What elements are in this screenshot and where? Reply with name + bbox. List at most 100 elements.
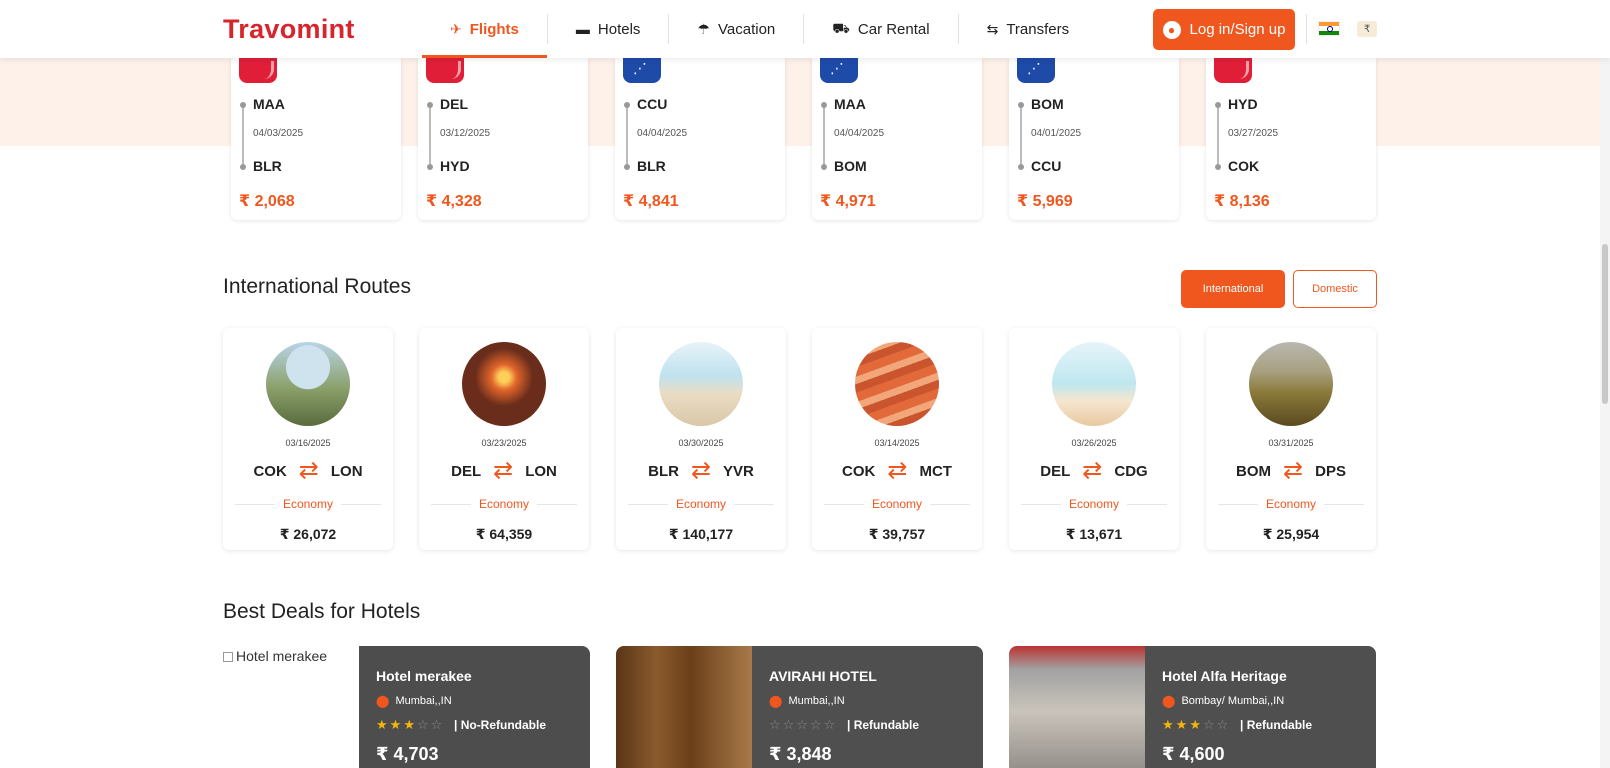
hotel-photo [616, 646, 752, 768]
india-flag-icon[interactable] [1318, 21, 1340, 36]
star-empty-icon: ☆ [1202, 717, 1217, 732]
destination-code: LON [330, 462, 363, 480]
origin-code: DEL [440, 96, 468, 112]
login-signup-button[interactable]: ● Log in/Sign up [1153, 9, 1295, 50]
route-codes: DEL ⇄ LON [419, 459, 589, 483]
travel-date: 03/30/2025 [678, 438, 724, 448]
site-header: Travomint ✈ Flights ▬ Hotels ☂ Vacation … [0, 0, 1610, 58]
route-price: ₹ 8,136 [1214, 193, 1270, 210]
destination-code: BOM [834, 158, 867, 174]
route-dot [1215, 164, 1221, 170]
travel-date: 03/16/2025 [285, 438, 331, 448]
main-nav: ✈ Flights ▬ Hotels ☂ Vacation ⛟ Car Rent… [422, 0, 1097, 58]
origin-code: COK [253, 462, 287, 480]
star-filled-icon: ★ [1162, 717, 1176, 732]
destination-photo [1249, 342, 1333, 426]
international-route-card[interactable]: 03/14/2025 COK ⇄ MCT Economy ₹ 39,757 [812, 328, 982, 550]
destination-code: HYD [440, 158, 470, 174]
hotel-price: ₹ 3,848 [769, 744, 832, 764]
domestic-route-card[interactable]: DEL 03/12/2025 HYD ₹ 4,328 [418, 58, 588, 220]
location-pin-icon: ⬤ [1162, 694, 1176, 708]
star-empty-icon: ☆ [416, 717, 431, 732]
hotel-deal-card[interactable]: Hotel merakee ⬤ Mumbai,,IN ★★★☆☆ | No-Refund… [223, 646, 590, 768]
origin-code: CCU [637, 96, 668, 112]
refund-status: | Refundable [1240, 718, 1313, 732]
route-dot [1018, 164, 1024, 170]
cabin-class: Economy [1060, 497, 1128, 511]
route-price: ₹ 140,177 [668, 526, 734, 542]
domestic-route-card[interactable]: CCU 04/04/2025 BLR ₹ 4,841 [615, 58, 785, 220]
cabin-class: Economy [274, 497, 342, 511]
international-route-card[interactable]: 03/30/2025 BLR ⇄ YVR Economy ₹ 140,177 [616, 328, 786, 550]
star-empty-icon: ☆ [769, 717, 783, 732]
hotel-name: Hotel Alfa Heritage [1162, 668, 1287, 684]
route-line [1217, 103, 1219, 167]
nav-label: Transfers [1006, 20, 1070, 38]
star-empty-icon: ☆ [796, 717, 810, 732]
hotel-info-panel: Hotel Alfa Heritage ⬤ Bombay/ Mumbai,,IN ★★… [1145, 646, 1376, 768]
route-dot [240, 102, 246, 108]
domestic-route-card[interactable]: MAA 04/03/2025 BLR ₹ 2,068 [231, 58, 401, 220]
domestic-toggle[interactable]: Domestic [1293, 270, 1377, 308]
hotels-title: Best Deals for Hotels [223, 600, 421, 623]
hotel-image-alt-text: Hotel merakee [223, 648, 327, 664]
hotel-deal-card[interactable]: Hotel Alfa Heritage ⬤ Bombay/ Mumbai,,IN ★★… [1009, 646, 1376, 768]
domestic-route-card[interactable]: MAA 04/04/2025 BOM ₹ 4,971 [812, 58, 982, 220]
hotel-name: Hotel merakee [376, 668, 472, 684]
route-dot [624, 164, 630, 170]
route-price: ₹ 5,969 [1017, 193, 1073, 210]
login-label: Log in/Sign up [1189, 21, 1286, 38]
nav-transfers[interactable]: ⇆ Transfers [959, 0, 1098, 58]
currency-selector[interactable]: ₹ [1357, 21, 1377, 37]
hotel-deal-card[interactable]: AVIRAHI HOTEL ⬤ Mumbai,,IN ☆☆☆☆☆ | Refundabl… [616, 646, 983, 768]
cabin-class: Economy [667, 497, 735, 511]
umbrella-icon: ☂ [697, 20, 710, 37]
nav-hotels[interactable]: ▬ Hotels [548, 0, 669, 58]
alt-label: Hotel merakee [236, 648, 328, 664]
international-toggle[interactable]: International [1181, 270, 1285, 308]
hotel-star-rating: ★★★☆☆ [376, 717, 444, 733]
destination-photo [1052, 342, 1136, 426]
travomint-logo[interactable]: Travomint [223, 14, 355, 45]
domestic-route-card[interactable]: HYD 03/27/2025 COK ₹ 8,136 [1206, 58, 1376, 220]
destination-code: COK [1228, 158, 1260, 174]
nav-car-rental[interactable]: ⛟ Car Rental [804, 0, 957, 58]
hotel-location: ⬤ Mumbai,,IN [769, 694, 845, 708]
origin-code: MAA [834, 96, 866, 112]
hotel-name: AVIRAHI HOTEL [769, 668, 877, 684]
star-empty-icon: ☆ [809, 717, 824, 732]
route-codes: BLR ⇄ YVR [616, 459, 786, 483]
broken-image-icon [223, 652, 233, 663]
origin-code: BLR [648, 462, 679, 480]
car-icon: ⛟ [832, 19, 850, 36]
page-scrollbar[interactable] [1600, 0, 1610, 768]
destination-code: LON [525, 462, 557, 480]
travel-date: 03/12/2025 [440, 128, 491, 139]
origin-code: COK [842, 462, 876, 480]
swap-arrows-icon: ⇄ [1283, 457, 1304, 484]
origin-code: BOM [1236, 462, 1272, 480]
swap-arrows-icon: ⇄ [493, 457, 514, 484]
route-price: ₹ 64,359 [475, 526, 533, 542]
transfer-icon: ⇆ [986, 20, 999, 37]
destination-code: BLR [637, 158, 666, 174]
international-route-card[interactable]: 03/26/2025 DEL ⇄ CDG Economy ₹ 13,671 [1009, 328, 1179, 550]
nav-flights[interactable]: ✈ Flights [422, 0, 547, 58]
cabin-class: Economy [470, 497, 538, 511]
origin-code: DEL [1040, 462, 1071, 480]
airline-logo-icon [1017, 58, 1055, 83]
travel-date: 04/01/2025 [1031, 128, 1082, 139]
star-filled-icon: ★ [389, 717, 404, 732]
international-route-card[interactable]: 03/31/2025 BOM ⇄ DPS Economy ₹ 25,954 [1206, 328, 1376, 550]
route-price: ₹ 4,971 [820, 193, 876, 210]
international-route-card[interactable]: 03/16/2025 COK ⇄ LON Economy ₹ 26,072 [223, 328, 393, 550]
star-filled-icon: ★ [403, 717, 417, 732]
scrollbar-thumb[interactable] [1602, 244, 1608, 404]
airline-logo-icon [426, 58, 464, 83]
international-route-card[interactable]: 03/23/2025 DEL ⇄ LON Economy ₹ 64,359 [419, 328, 589, 550]
hotel-info-panel: AVIRAHI HOTEL ⬤ Mumbai,,IN ☆☆☆☆☆ | Refundabl… [752, 646, 983, 768]
nav-vacation[interactable]: ☂ Vacation [669, 0, 803, 58]
header-divider [1306, 14, 1307, 44]
destination-code: CDG [1114, 462, 1148, 480]
domestic-route-card[interactable]: BOM 04/01/2025 CCU ₹ 5,969 [1009, 58, 1179, 220]
